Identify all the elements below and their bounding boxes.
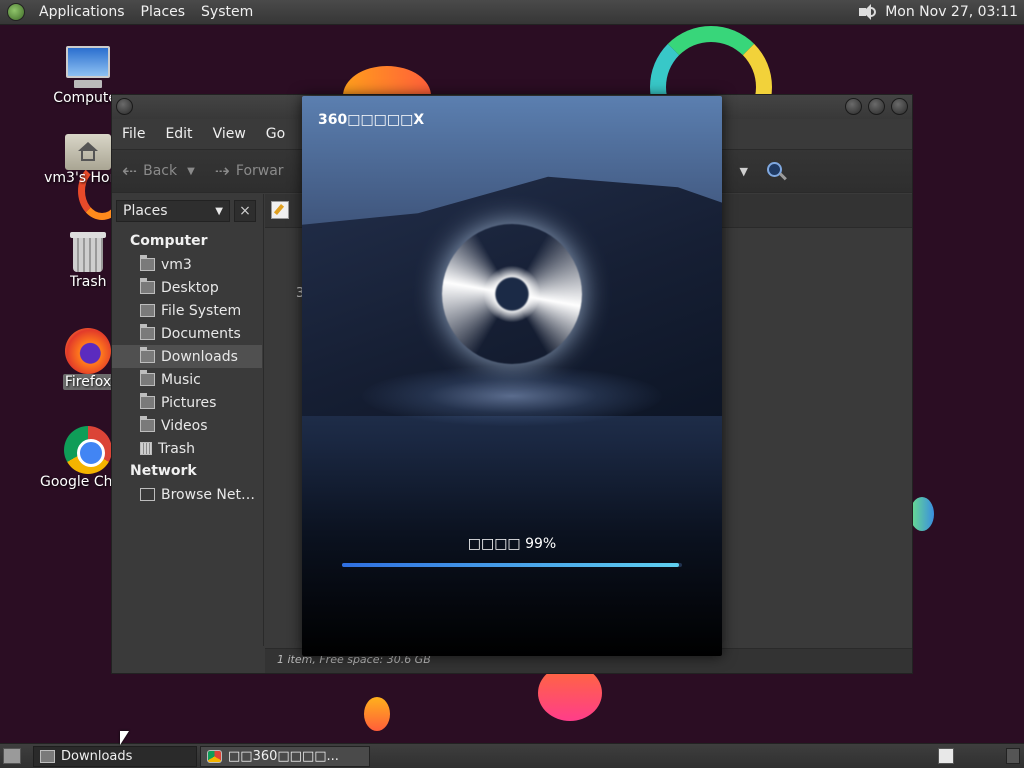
- top-menu: Applications Places System: [31, 4, 261, 20]
- sidebar-item-browse-network[interactable]: Browse Net…: [112, 483, 262, 506]
- trash-icon: [140, 442, 152, 455]
- maximize-button[interactable]: [868, 98, 885, 115]
- menu-system[interactable]: System: [193, 4, 261, 20]
- bottom-panel: Downloads □□360□□□□...: [0, 743, 1024, 768]
- gnome-foot-icon[interactable]: [7, 3, 25, 21]
- close-sidebar-button[interactable]: ×: [234, 200, 256, 222]
- workspace-switcher[interactable]: [938, 748, 954, 764]
- edit-location-icon[interactable]: [271, 201, 289, 219]
- forward-arrow-icon: ⇢: [214, 160, 230, 182]
- sidebar-item-label: Trash: [158, 440, 195, 457]
- desktop-icon-label: Trash: [69, 274, 107, 290]
- installer-dialog: 360□□□□□X □□□□ 99%: [302, 96, 722, 656]
- sidebar-item-label: Desktop: [161, 279, 219, 296]
- folder-icon: [140, 347, 155, 363]
- forward-label: Forwar: [235, 163, 284, 179]
- installer-logo-icon: [442, 224, 582, 364]
- install-status: □□□□ 99%: [467, 536, 557, 552]
- sidebar-item-file-system[interactable]: File System: [112, 299, 262, 322]
- chevron-down-icon[interactable]: ▼: [740, 165, 748, 178]
- sidebar-item-videos[interactable]: Videos: [112, 414, 262, 437]
- menu-places[interactable]: Places: [133, 4, 194, 20]
- sidebar-item-desktop[interactable]: Desktop: [112, 276, 262, 299]
- installer-title[interactable]: 360□□□□□X: [318, 112, 424, 128]
- back-arrow-icon: ⇠: [122, 160, 138, 182]
- trash-applet-icon[interactable]: [1006, 748, 1020, 764]
- background-glow: [362, 366, 662, 426]
- top-panel: Applications Places System Mon Nov 27, 0…: [0, 0, 1024, 25]
- taskbar-item-downloads[interactable]: Downloads: [33, 746, 197, 767]
- menu-view[interactable]: View: [203, 126, 256, 142]
- taskbar-item-label: Downloads: [61, 749, 133, 764]
- installer-app-icon: [207, 750, 222, 763]
- sidebar-item-pictures[interactable]: Pictures: [112, 391, 262, 414]
- top-panel-tray: Mon Nov 27, 03:11: [857, 3, 1024, 21]
- sidebar-item-vm3[interactable]: vm3: [112, 253, 262, 276]
- trash-icon: [69, 230, 107, 274]
- sidebar-header-computer: Computer: [130, 233, 208, 249]
- wallpaper-shape: [364, 697, 390, 731]
- sidebar-item-label: Pictures: [161, 394, 217, 411]
- taskbar-item-label: □□360□□□□...: [228, 749, 339, 764]
- wallpaper-shape: [910, 497, 934, 531]
- menu-file[interactable]: File: [112, 126, 155, 142]
- sidebar-item-music[interactable]: Music: [112, 368, 262, 391]
- chevron-down-icon: ▼: [215, 205, 223, 217]
- menu-go[interactable]: Go: [256, 126, 295, 142]
- sidebar: Places ▼ × Computer vm3 Desktop File Sys…: [112, 194, 264, 646]
- minimize-button[interactable]: [845, 98, 862, 115]
- desktop-icon-label: Firefox: [62, 374, 114, 390]
- sidebar-item-label: Videos: [161, 417, 208, 434]
- progress-bar: [342, 563, 682, 567]
- chrome-icon: [64, 426, 112, 474]
- home-folder-icon: [140, 255, 155, 271]
- sidebar-item-label: vm3: [161, 256, 192, 273]
- folder-icon: [40, 750, 55, 763]
- folder-icon: [140, 416, 155, 432]
- window-menu-button[interactable]: [116, 98, 133, 115]
- places-list: Computer vm3 Desktop File System Documen…: [112, 230, 262, 506]
- network-icon: [140, 488, 155, 501]
- volume-icon[interactable]: [857, 3, 877, 21]
- menu-applications[interactable]: Applications: [31, 4, 133, 20]
- sidebar-header-network: Network: [130, 463, 197, 479]
- folder-icon: [140, 324, 155, 340]
- home-folder-icon: [65, 130, 111, 170]
- drive-icon: [140, 304, 155, 317]
- places-dropdown[interactable]: Places ▼: [116, 200, 230, 222]
- show-desktop-icon[interactable]: [3, 748, 21, 764]
- chevron-down-icon[interactable]: ▼: [187, 166, 195, 177]
- close-button[interactable]: [891, 98, 908, 115]
- folder-icon: [140, 278, 155, 294]
- sidebar-item-label: Documents: [161, 325, 241, 342]
- back-label: Back: [143, 163, 178, 179]
- sidebar-item-label: Browse Net…: [161, 486, 256, 503]
- folder-icon: [140, 393, 155, 409]
- clock[interactable]: Mon Nov 27, 03:11: [885, 4, 1018, 20]
- folder-icon: [140, 370, 155, 386]
- mouse-cursor-icon: [120, 731, 129, 745]
- sidebar-item-documents[interactable]: Documents: [112, 322, 262, 345]
- sidebar-item-downloads[interactable]: Downloads: [112, 345, 262, 368]
- search-icon[interactable]: [766, 161, 788, 183]
- sidebar-item-trash[interactable]: Trash: [112, 437, 262, 460]
- sidebar-item-label: File System: [161, 302, 242, 319]
- forward-button[interactable]: ⇢ Forwar: [205, 161, 294, 182]
- computer-icon: [64, 46, 112, 90]
- sidebar-item-label: Downloads: [161, 348, 238, 365]
- places-dropdown-label: Places: [123, 203, 168, 219]
- sidebar-item-label: Music: [161, 371, 201, 388]
- back-button[interactable]: ⇠ Back ▼: [112, 161, 205, 182]
- progress-fill: [342, 563, 679, 567]
- firefox-icon: [65, 328, 111, 374]
- menu-edit[interactable]: Edit: [155, 126, 202, 142]
- taskbar-item-installer[interactable]: □□360□□□□...: [200, 746, 370, 767]
